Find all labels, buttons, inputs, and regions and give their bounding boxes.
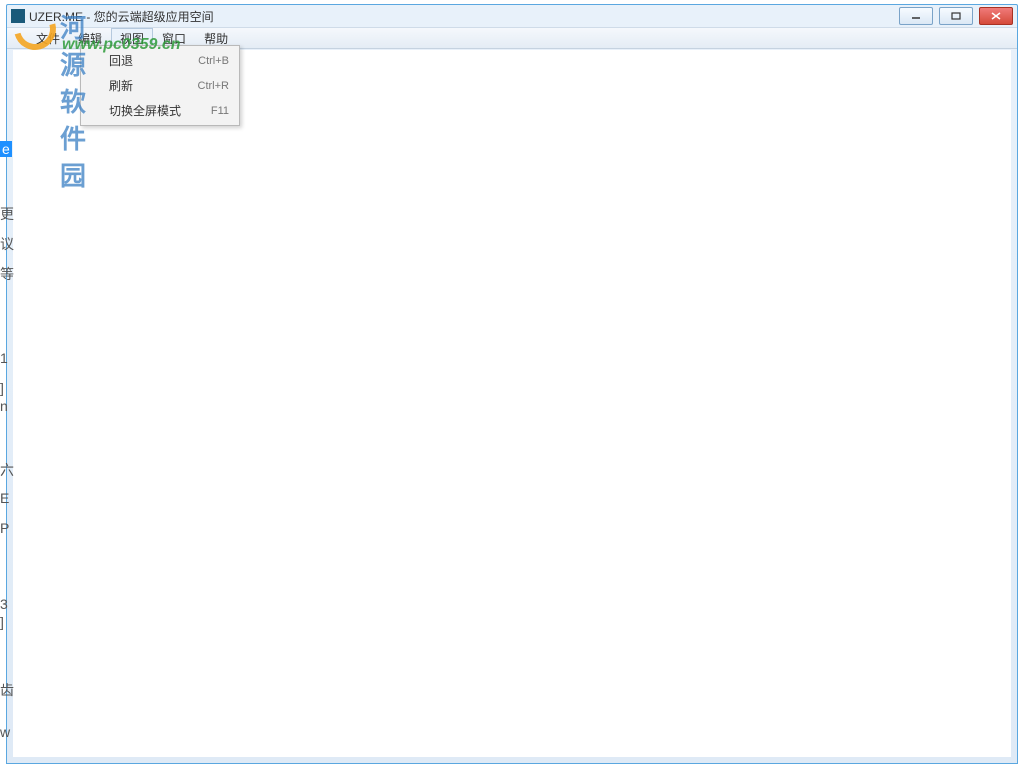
dropdown-item-refresh[interactable]: 刷新 Ctrl+R bbox=[81, 73, 239, 98]
maximize-icon bbox=[951, 12, 961, 20]
left-fragment: e bbox=[0, 141, 12, 157]
left-fragment: 议 bbox=[0, 234, 14, 254]
minimize-button[interactable] bbox=[899, 7, 933, 25]
maximize-button[interactable] bbox=[939, 7, 973, 25]
left-fragment: E bbox=[0, 490, 9, 506]
dropdown-shortcut: Ctrl+B bbox=[198, 55, 229, 67]
left-fragment: 3 bbox=[0, 596, 8, 612]
content-area bbox=[13, 50, 1011, 757]
menu-label: 帮助 bbox=[204, 30, 228, 47]
view-dropdown: 回退 Ctrl+B 刷新 Ctrl+R 切换全屏模式 F11 bbox=[80, 45, 240, 126]
dropdown-label: 回退 bbox=[109, 52, 198, 69]
window-title: UZER.ME - 您的云端超级应用空间 bbox=[29, 8, 899, 25]
left-fragment: 六 bbox=[0, 460, 14, 480]
left-fragment: P bbox=[0, 520, 9, 536]
left-fragment: 齿 bbox=[0, 680, 14, 700]
left-fragment: ] bbox=[0, 380, 4, 396]
dropdown-shortcut: Ctrl+R bbox=[198, 80, 229, 92]
close-button[interactable] bbox=[979, 7, 1013, 25]
left-fragment: 1 bbox=[0, 350, 8, 366]
titlebar: UZER.ME - 您的云端超级应用空间 bbox=[7, 5, 1017, 27]
left-fragment: 更 bbox=[0, 204, 14, 224]
left-fragment: ] bbox=[0, 614, 4, 630]
watermark-url: www.pc0359.cn bbox=[62, 36, 181, 54]
window-controls bbox=[899, 7, 1013, 25]
close-icon bbox=[991, 12, 1001, 20]
dropdown-shortcut: F11 bbox=[211, 105, 229, 117]
left-fragment: w bbox=[0, 724, 10, 740]
left-fragment: n bbox=[0, 398, 8, 414]
left-fragment: 等 bbox=[0, 264, 14, 284]
dropdown-item-fullscreen[interactable]: 切换全屏模式 F11 bbox=[81, 98, 239, 123]
dropdown-label: 刷新 bbox=[109, 77, 198, 94]
minimize-icon bbox=[911, 12, 921, 20]
dropdown-label: 切换全屏模式 bbox=[109, 102, 211, 119]
